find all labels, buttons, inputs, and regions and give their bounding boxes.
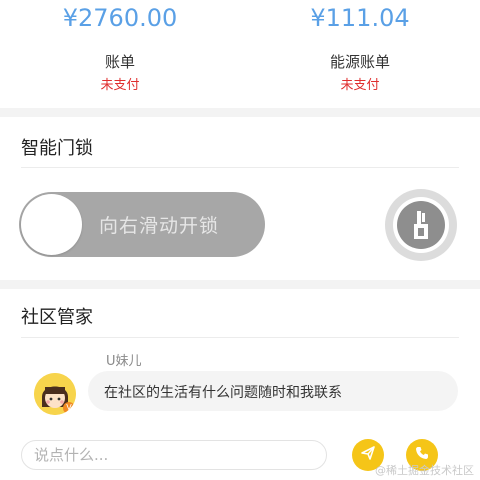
divider [21, 337, 459, 338]
section-separator [0, 108, 480, 117]
bill-label[interactable]: 账单 [0, 51, 240, 72]
avatar[interactable]: V [34, 373, 76, 415]
section-separator [0, 280, 480, 289]
bill-amount: ¥2760.00 [62, 4, 178, 32]
energy-bill-label[interactable]: 能源账单 [240, 51, 480, 72]
message-input[interactable] [21, 440, 327, 470]
energy-bill-status: 未支付 [340, 78, 380, 93]
verified-badge: V [63, 402, 75, 414]
divider [21, 167, 459, 168]
lock-button[interactable] [385, 189, 457, 261]
energy-bill-amount: ¥111.04 [310, 4, 410, 32]
unlock-slider-label: 向右滑动开锁 [99, 215, 220, 237]
bill-status: 未支付 [100, 78, 140, 93]
watermark: @稀土掘金技术社区 [375, 464, 474, 477]
agent-name: U妹儿 [106, 354, 142, 369]
send-icon [360, 445, 376, 465]
smart-lock-title: 智能门锁 [21, 138, 93, 159]
chat-message-bubble: 在社区的生活有什么问题随时和我联系 [88, 371, 458, 411]
lock-knob-icon [397, 201, 445, 249]
chat-message-text: 在社区的生活有什么问题随时和我联系 [104, 385, 342, 401]
lock-button-ring [393, 197, 449, 253]
unlock-slider-knob[interactable] [21, 194, 82, 255]
community-title: 社区管家 [21, 307, 93, 328]
